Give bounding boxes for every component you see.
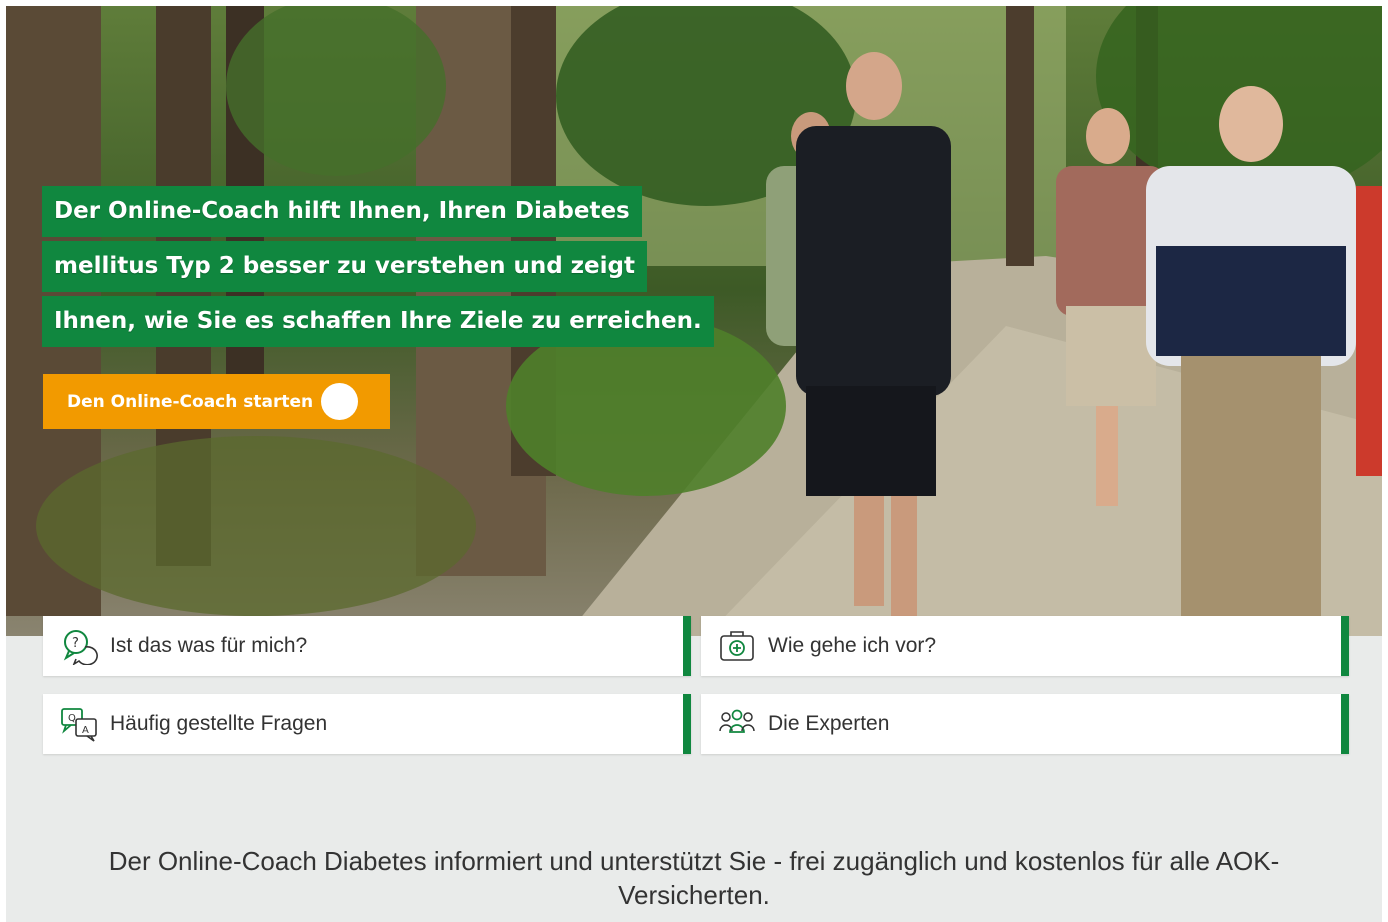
nav-card-label: Die Experten — [768, 712, 890, 735]
arrow-right-icon — [44, 377, 359, 420]
nav-card-label: Wie gehe ich vor? — [768, 634, 937, 657]
nav-card-ist-das-was-fuer-mich[interactable]: ? Ist das was für mich? — [43, 616, 691, 676]
nav-card-label: Ist das was für mich? — [110, 634, 308, 657]
headline-line: Der Online-Coach hilft Ihnen, Ihren Diab… — [42, 186, 642, 237]
nav-card-die-experten[interactable]: Die Experten — [701, 694, 1349, 754]
first-aid-kit-icon — [718, 627, 756, 665]
hero-headline: Der Online-Coach hilft Ihnen, Ihren Diab… — [42, 186, 714, 351]
hero-image: Der Online-Coach hilft Ihnen, Ihren Diab… — [6, 6, 1382, 636]
start-coach-button[interactable]: Den Online-Coach starten — [43, 374, 390, 429]
headline-line: Ihnen, wie Sie es schaffen Ihre Ziele zu… — [42, 296, 714, 347]
nav-card-wie-gehe-ich-vor[interactable]: Wie gehe ich vor? — [701, 616, 1349, 676]
info-text: Der Online-Coach Diabetes informiert und… — [6, 844, 1382, 912]
page: Der Online-Coach hilft Ihnen, Ihren Diab… — [6, 6, 1382, 922]
nav-card-label: Häufig gestellte Fragen — [110, 712, 328, 735]
qa-bubbles-icon: Q A — [60, 705, 98, 743]
info-text-content: Der Online-Coach Diabetes informiert und… — [108, 846, 1280, 910]
headline-line: mellitus Typ 2 besser zu verstehen und z… — [42, 241, 647, 292]
start-coach-label: Den Online-Coach starten — [67, 391, 314, 412]
svg-text:?: ? — [72, 636, 79, 651]
question-bubble-icon: ? — [60, 627, 98, 665]
svg-text:A: A — [82, 725, 89, 736]
svg-text:Q: Q — [68, 713, 76, 724]
nav-card-haeufig-gestellte-fragen[interactable]: Q A Häufig gestellte Fragen — [43, 694, 691, 754]
people-group-icon — [718, 705, 756, 743]
